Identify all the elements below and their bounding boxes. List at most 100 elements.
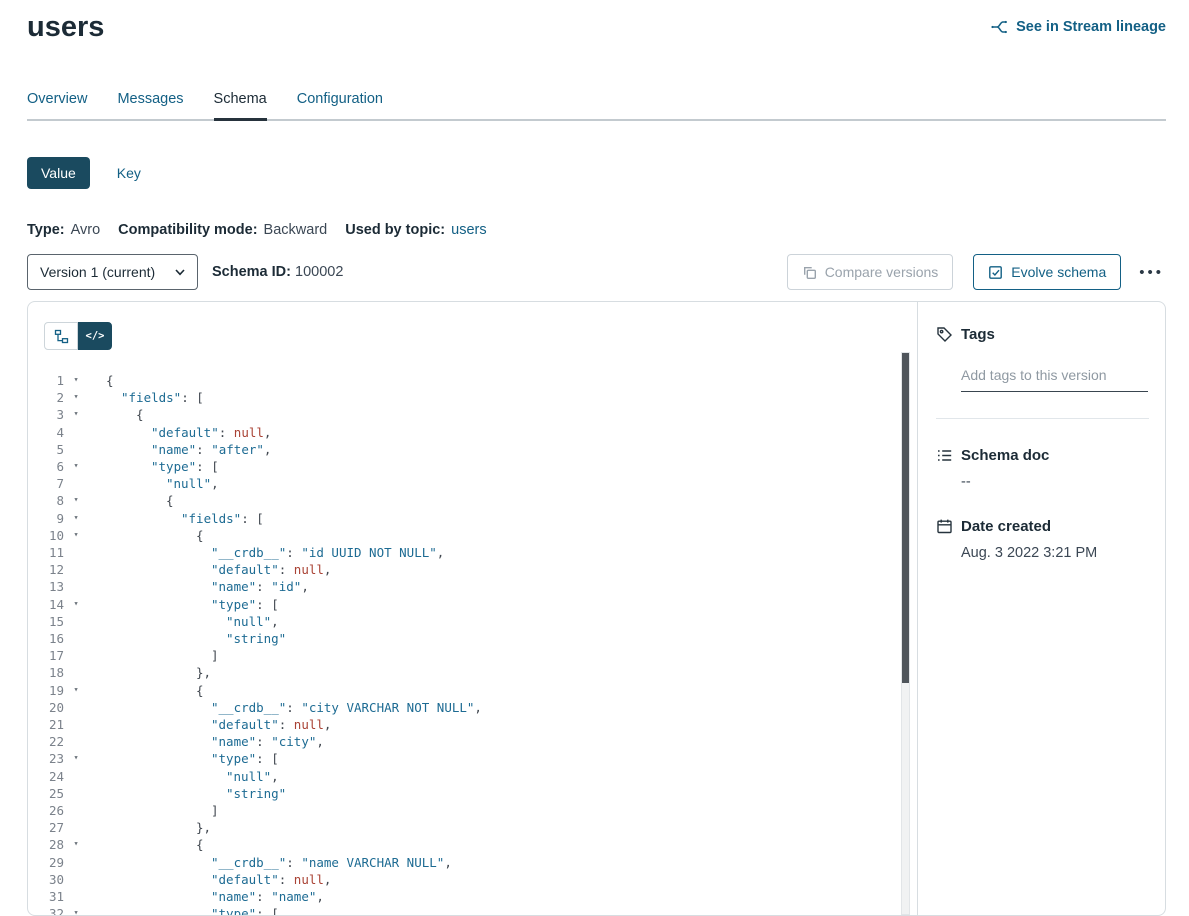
code-text: "null", — [88, 768, 279, 785]
code-text: }, — [88, 664, 211, 681]
code-text: "__crdb__": "name VARCHAR NULL", — [88, 854, 452, 871]
stream-lineage-link[interactable]: See in Stream lineage — [990, 18, 1166, 36]
fold-spacer — [64, 699, 88, 716]
code-line: 26] — [44, 802, 917, 819]
code-text: "string" — [88, 785, 286, 802]
code-text: ] — [88, 802, 219, 819]
version-select-value: Version 1 (current) — [40, 264, 155, 280]
topic-link[interactable]: users — [451, 222, 486, 238]
calendar-icon — [936, 518, 953, 535]
fold-arrow-icon[interactable]: ▾ — [64, 510, 88, 527]
compare-versions-button[interactable]: Compare versions — [787, 254, 954, 290]
compat-value: Backward — [264, 222, 328, 238]
line-number: 15 — [44, 613, 64, 630]
version-select[interactable]: Version 1 (current) — [27, 254, 198, 290]
code-line: 6▾"type": [ — [44, 458, 917, 475]
line-number: 13 — [44, 578, 64, 595]
code-line: 23▾"type": [ — [44, 750, 917, 767]
scrollbar-thumb[interactable] — [902, 353, 909, 683]
code-text: { — [88, 527, 204, 544]
fold-arrow-icon[interactable]: ▾ — [64, 389, 88, 406]
code-line: 18}, — [44, 664, 917, 681]
topic-label: Used by topic: — [345, 222, 445, 238]
code-text: { — [88, 372, 114, 389]
fold-spacer — [64, 561, 88, 578]
fold-arrow-icon[interactable]: ▾ — [64, 750, 88, 767]
code-text: "type": [ — [88, 750, 279, 767]
code-text: "default": null, — [88, 424, 271, 441]
code-editor[interactable]: 1▾{2▾"fields": [3▾{4"default": null,5"na… — [44, 372, 917, 916]
code-text: { — [88, 406, 144, 423]
code-line: 16"string" — [44, 630, 917, 647]
code-line: 9▾"fields": [ — [44, 510, 917, 527]
code-line: 5"name": "after", — [44, 441, 917, 458]
fold-arrow-icon[interactable]: ▾ — [64, 905, 88, 916]
tab-configuration[interactable]: Configuration — [297, 91, 383, 119]
tab-overview[interactable]: Overview — [27, 91, 87, 119]
fold-arrow-icon[interactable]: ▾ — [64, 458, 88, 475]
schema-editor-pane: </> 1▾{2▾"fields": [3▾{4"default": null,… — [28, 302, 918, 915]
code-line: 3▾{ — [44, 406, 917, 423]
code-text: "default": null, — [88, 871, 331, 888]
fold-spacer — [64, 544, 88, 561]
line-number: 3 — [44, 406, 64, 423]
line-number: 6 — [44, 458, 64, 475]
fold-spacer — [64, 630, 88, 647]
key-toggle-button[interactable]: Key — [117, 165, 141, 181]
more-options-button[interactable]: ••• — [1137, 260, 1166, 285]
chevron-down-icon — [175, 269, 185, 276]
fold-spacer — [64, 819, 88, 836]
code-view-icon: </> — [86, 330, 105, 342]
fold-arrow-icon[interactable]: ▾ — [64, 492, 88, 509]
fold-arrow-icon[interactable]: ▾ — [64, 372, 88, 389]
fold-arrow-icon[interactable]: ▾ — [64, 836, 88, 853]
fold-spacer — [64, 475, 88, 492]
stream-lineage-icon — [990, 18, 1008, 36]
schema-doc-value: -- — [961, 474, 1149, 490]
code-text: "type": [ — [88, 596, 279, 613]
fold-arrow-icon[interactable]: ▾ — [64, 682, 88, 699]
line-number: 32 — [44, 905, 64, 916]
compare-icon — [802, 265, 817, 280]
tags-section-title: Tags — [936, 326, 1149, 343]
fold-spacer — [64, 768, 88, 785]
code-line: 30"default": null, — [44, 871, 917, 888]
tags-input[interactable] — [961, 365, 1148, 392]
line-number: 5 — [44, 441, 64, 458]
code-view-button[interactable]: </> — [78, 322, 112, 350]
tags-title: Tags — [961, 326, 995, 343]
editor-view-toggle: </> — [44, 322, 917, 350]
tab-schema[interactable]: Schema — [214, 91, 267, 119]
compat-group: Compatibility mode:Backward — [118, 222, 327, 238]
value-toggle-button[interactable]: Value — [27, 157, 90, 189]
fold-spacer — [64, 424, 88, 441]
schema-id-label: Schema ID: — [212, 264, 291, 280]
scrollbar-track[interactable] — [901, 352, 910, 915]
fold-arrow-icon[interactable]: ▾ — [64, 596, 88, 613]
fold-spacer — [64, 578, 88, 595]
code-line: 22"name": "city", — [44, 733, 917, 750]
fold-spacer — [64, 716, 88, 733]
fold-spacer — [64, 441, 88, 458]
line-number: 24 — [44, 768, 64, 785]
tabs: Overview Messages Schema Configuration — [27, 91, 1166, 121]
line-number: 19 — [44, 682, 64, 699]
line-number: 27 — [44, 819, 64, 836]
code-text: "name": "name", — [88, 888, 324, 905]
line-number: 2 — [44, 389, 64, 406]
tree-view-button[interactable] — [44, 322, 78, 350]
fold-arrow-icon[interactable]: ▾ — [64, 527, 88, 544]
code-text: { — [88, 836, 204, 853]
evolve-schema-button[interactable]: Evolve schema — [973, 254, 1121, 290]
code-text: { — [88, 492, 174, 509]
code-line: 11"__crdb__": "id UUID NOT NULL", — [44, 544, 917, 561]
line-number: 7 — [44, 475, 64, 492]
code-line: 25"string" — [44, 785, 917, 802]
fold-spacer — [64, 785, 88, 802]
schema-doc-section: Schema doc -- — [936, 447, 1149, 490]
fold-arrow-icon[interactable]: ▾ — [64, 406, 88, 423]
code-text: "null", — [88, 613, 279, 630]
fold-spacer — [64, 888, 88, 905]
tab-messages[interactable]: Messages — [117, 91, 183, 119]
edit-check-icon — [988, 265, 1003, 280]
